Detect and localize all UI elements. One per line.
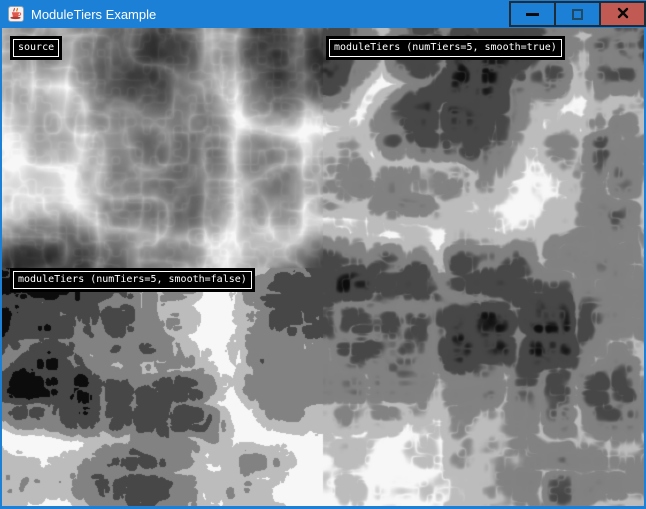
maximize-button[interactable] bbox=[554, 1, 601, 27]
panel-label-source: source bbox=[13, 39, 59, 57]
minimize-icon bbox=[526, 13, 539, 16]
maximize-icon bbox=[572, 9, 583, 20]
panel-label-module-tiers-smooth: moduleTiers (numTiers=5, smooth=true) bbox=[329, 39, 562, 57]
minimize-button[interactable] bbox=[509, 1, 556, 27]
app-window: ModuleTiers Example source moduleTiers (… bbox=[0, 0, 646, 509]
close-button[interactable] bbox=[599, 1, 646, 27]
java-coffee-cup-icon bbox=[8, 6, 24, 22]
close-icon bbox=[617, 7, 629, 22]
noise-canvas bbox=[2, 28, 644, 506]
window-controls bbox=[509, 1, 646, 27]
panel-label-module-tiers-hard: moduleTiers (numTiers=5, smooth=false) bbox=[13, 271, 252, 289]
window-titlebar[interactable]: ModuleTiers Example bbox=[0, 0, 646, 28]
render-area: source moduleTiers (numTiers=5, smooth=t… bbox=[2, 28, 644, 506]
window-title: ModuleTiers Example bbox=[31, 7, 156, 22]
